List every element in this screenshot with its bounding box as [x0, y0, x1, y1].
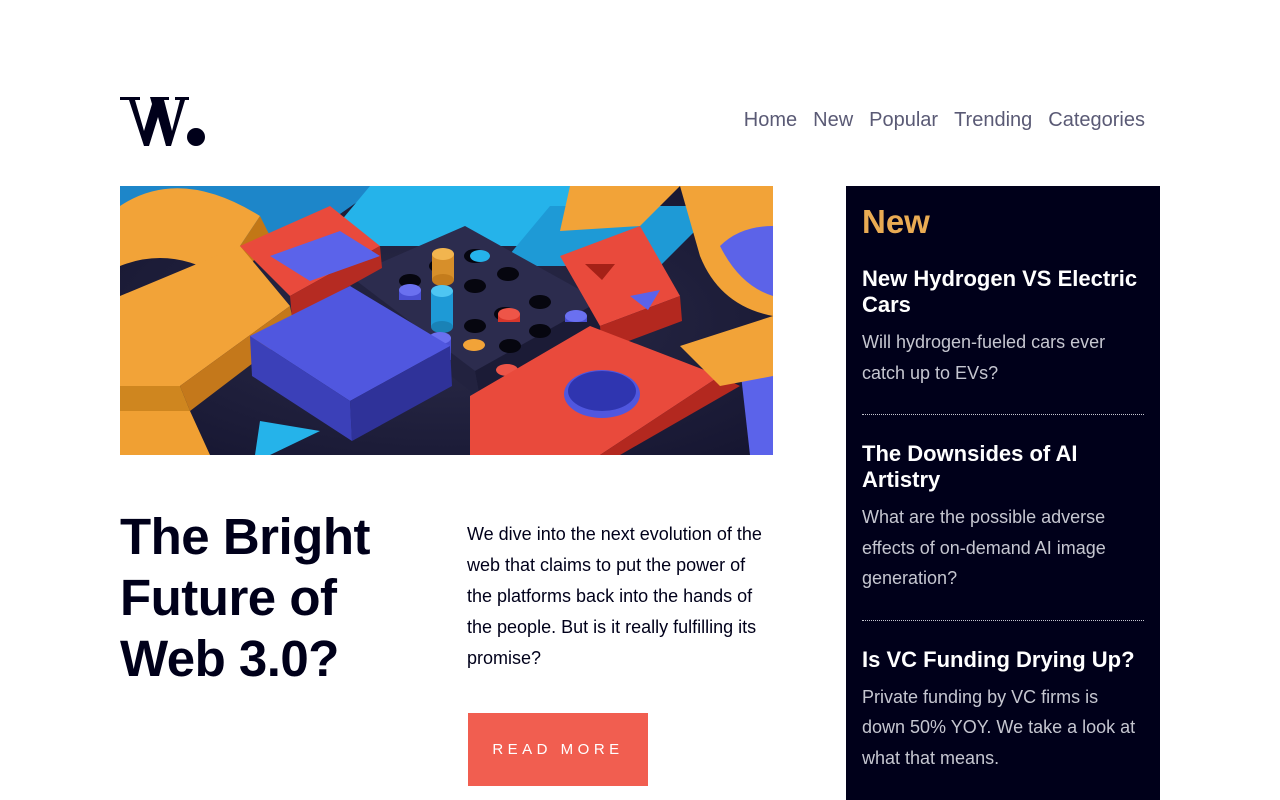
- sidebar-article-summary: Will hydrogen-fueled cars ever catch up …: [862, 332, 1106, 383]
- article-intro: We dive into the next evolution of the w…: [467, 524, 762, 668]
- hero-image: [120, 186, 773, 455]
- sidebar-article-title[interactable]: The Downsides of AI Artistry: [862, 441, 1144, 493]
- nav-link-trending[interactable]: Trending: [954, 107, 1032, 133]
- site-header: W. Home New Popular Trending Categories: [120, 95, 1160, 147]
- nav-link-categories[interactable]: Categories: [1048, 107, 1145, 133]
- article-headline[interactable]: The Bright Future of Web 3.0?: [120, 506, 420, 689]
- sidebar-article-summary: What are the possible adverse effects of…: [862, 507, 1106, 588]
- read-more-button[interactable]: Read more: [468, 713, 648, 786]
- nav-link-popular[interactable]: Popular: [869, 107, 938, 133]
- main-nav: Home New Popular Trending Categories: [744, 107, 1145, 133]
- sidebar-title: New: [862, 203, 930, 240]
- sidebar-article-title[interactable]: New Hydrogen VS Electric Cars: [862, 266, 1144, 318]
- sidebar-article-title[interactable]: Is VC Funding Drying Up?: [862, 647, 1144, 673]
- sidebar-article-vc-funding[interactable]: Is VC Funding Drying Up? Private funding…: [862, 647, 1144, 800]
- sidebar-article-hydrogen[interactable]: New Hydrogen VS Electric Cars Will hydro…: [862, 266, 1144, 415]
- puzzle-illustration: [120, 186, 773, 455]
- logo[interactable]: W.: [120, 95, 208, 147]
- sidebar-article-ai-artistry[interactable]: The Downsides of AI Artistry What are th…: [862, 441, 1144, 621]
- nav-link-new[interactable]: New: [813, 107, 853, 133]
- sidebar-article-summary: Private funding by VC firms is down 50% …: [862, 686, 1136, 768]
- nav-link-home[interactable]: Home: [744, 107, 797, 133]
- new-articles-sidebar: New New Hydrogen VS Electric Cars Will h…: [846, 186, 1160, 800]
